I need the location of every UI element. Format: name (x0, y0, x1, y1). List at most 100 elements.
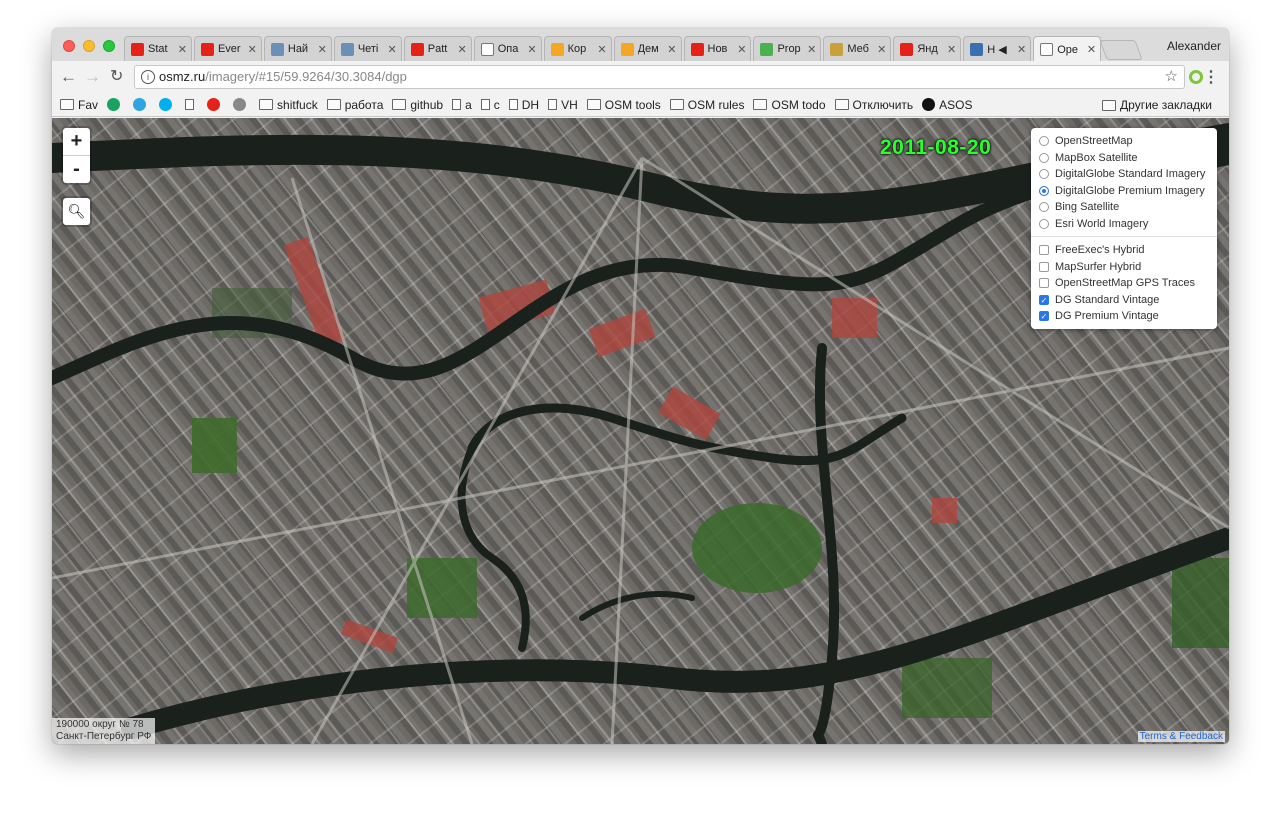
bookmark-item[interactable] (159, 98, 176, 111)
overlay-layer-option[interactable]: ✓ DG Premium Vintage (1031, 308, 1217, 325)
tab-title: Patt (427, 43, 448, 55)
new-tab-button[interactable] (1099, 40, 1143, 60)
browser-tab[interactable]: Най ✕ (263, 36, 332, 61)
overlay-layer-option[interactable]: OpenStreetMap GPS Traces (1031, 275, 1217, 292)
radio-button[interactable] (1039, 185, 1049, 196)
menu-icon[interactable]: ⋮ (1203, 67, 1219, 87)
profile-name[interactable]: Alexander (1167, 39, 1221, 53)
browser-tab[interactable]: Patt ✕ (403, 36, 472, 61)
extension-icon[interactable] (1189, 70, 1203, 84)
search-button[interactable]: 🔍︎ (63, 198, 90, 225)
bookmark-item[interactable]: github (392, 98, 443, 112)
bookmark-item[interactable]: VH (548, 98, 578, 112)
base-layer-option[interactable]: DigitalGlobe Standard Imagery (1031, 166, 1217, 183)
search-icon: 🔍︎ (67, 203, 86, 219)
browser-tab[interactable]: Четі ✕ (333, 36, 402, 61)
tab-close-icon[interactable]: ✕ (457, 43, 466, 56)
bookmark-label: DH (521, 97, 540, 112)
url-host: osmz.ru (159, 69, 206, 84)
bookmark-item[interactable]: OSM tools (586, 97, 661, 112)
back-button[interactable]: ← (60, 67, 77, 87)
browser-tab[interactable]: Кор ✕ (543, 36, 612, 61)
tab-title: Stat (148, 43, 168, 55)
checkbox[interactable]: ✓ (1039, 311, 1049, 322)
bookmark-item[interactable]: работа (326, 98, 383, 112)
overlay-layer-option[interactable]: ✓ DG Standard Vintage (1031, 292, 1217, 309)
checkbox[interactable] (1039, 261, 1049, 272)
bookmark-item[interactable]: OSM rules (669, 98, 744, 112)
radio-button[interactable] (1039, 152, 1049, 163)
overlay-layer-option[interactable]: FreeExec's Hybrid (1031, 242, 1217, 259)
bookmark-label: Fav (78, 97, 99, 112)
bookmark-label: OSM todo (771, 97, 826, 112)
radio-button[interactable] (1039, 136, 1049, 147)
browser-tab[interactable]: Ope ✕ (1033, 36, 1102, 62)
browser-tab[interactable]: Нов ✕ (683, 36, 752, 61)
satellite-map[interactable]: + - 🔍︎ 2011-08-20 OpenStreetMap MapBox Sa… (52, 118, 1229, 744)
tab-close-icon[interactable]: ✕ (807, 43, 816, 56)
base-layer-option[interactable]: Esri World Imagery (1031, 216, 1217, 233)
address-bar[interactable]: i osmz.ru/imagery/#15/59.9264/30.3084/dg… (134, 65, 1185, 89)
tab-close-icon[interactable]: ✕ (388, 43, 397, 56)
bookmark-item[interactable] (207, 98, 224, 111)
overlay-layer-option[interactable]: MapSurfer Hybrid (1031, 259, 1217, 276)
other-bookmarks-folder[interactable]: Другие закладки (1102, 98, 1212, 112)
zoom-out-button[interactable]: - (63, 156, 90, 183)
bookmark-item[interactable]: Fav (60, 98, 98, 112)
checkbox[interactable] (1039, 278, 1049, 289)
bookmark-item[interactable] (133, 98, 150, 111)
radio-button[interactable] (1039, 169, 1049, 180)
bookmark-label: OSM tools (604, 97, 661, 112)
bookmark-star-icon[interactable]: ☆ (1165, 66, 1178, 88)
bookmark-item[interactable]: a (452, 98, 472, 112)
tab-close-icon[interactable]: ✕ (737, 43, 746, 56)
checkbox[interactable]: ✓ (1039, 294, 1049, 305)
window-close-button[interactable] (63, 40, 75, 52)
other-bookmarks-label: Другие закладки (1120, 98, 1212, 112)
bookmark-label: a (465, 97, 472, 112)
tab-close-icon[interactable]: ✕ (947, 43, 956, 56)
terms-link[interactable]: Terms & Feedback (1137, 731, 1225, 742)
tab-close-icon[interactable]: ✕ (1017, 43, 1026, 56)
bookmark-item[interactable]: c (480, 98, 500, 112)
bookmark-item[interactable]: DH (508, 97, 540, 112)
layer-label: Esri World Imagery (1055, 217, 1149, 230)
base-layer-option[interactable]: OpenStreetMap (1031, 133, 1217, 150)
bookmark-item[interactable]: Отключить (834, 98, 913, 112)
bookmark-item[interactable] (185, 99, 198, 110)
tab-close-icon[interactable]: ✕ (1087, 43, 1096, 56)
browser-tab[interactable]: Н ◀ᅠ ✕ (963, 36, 1032, 61)
radio-button[interactable] (1039, 218, 1049, 229)
radio-button[interactable] (1039, 202, 1049, 213)
window-minimize-button[interactable] (83, 40, 95, 52)
browser-tab[interactable]: Prop ✕ (753, 36, 822, 61)
tab-close-icon[interactable]: ✕ (597, 43, 606, 56)
reload-button[interactable]: ↻ (110, 67, 123, 87)
base-layer-option[interactable]: DigitalGlobe Premium Imagery (1031, 183, 1217, 200)
bookmark-item[interactable]: OSM todo (753, 97, 826, 112)
tab-close-icon[interactable]: ✕ (248, 43, 257, 56)
bookmark-item[interactable] (107, 98, 124, 111)
browser-tab[interactable]: Опа ✕ (473, 36, 542, 61)
browser-tab[interactable]: Stat ✕ (124, 36, 192, 61)
browser-tab[interactable]: Янд ✕ (893, 36, 962, 61)
info-icon[interactable]: i (141, 70, 155, 84)
bookmark-item[interactable]: ASOS (922, 98, 973, 112)
bookmark-item[interactable] (233, 98, 250, 111)
window-maximize-button[interactable] (103, 40, 115, 52)
bookmark-item[interactable]: shitfuck (259, 98, 318, 112)
folder-icon (60, 99, 74, 110)
tab-close-icon[interactable]: ✕ (877, 43, 886, 56)
tab-close-icon[interactable]: ✕ (527, 43, 536, 56)
browser-tab[interactable]: Ever ✕ (193, 36, 262, 61)
checkbox[interactable] (1039, 245, 1049, 256)
tab-close-icon[interactable]: ✕ (178, 43, 187, 56)
browser-tab[interactable]: Меб ✕ (823, 36, 892, 61)
base-layer-option[interactable]: MapBox Satellite (1031, 150, 1217, 167)
tab-close-icon[interactable]: ✕ (318, 43, 327, 56)
tab-close-icon[interactable]: ✕ (667, 43, 676, 56)
base-layer-option[interactable]: Bing Satellite (1031, 199, 1217, 216)
zoom-in-button[interactable]: + (63, 128, 90, 156)
forward-button[interactable]: → (84, 67, 101, 87)
browser-tab[interactable]: Дем ✕ (613, 36, 682, 61)
